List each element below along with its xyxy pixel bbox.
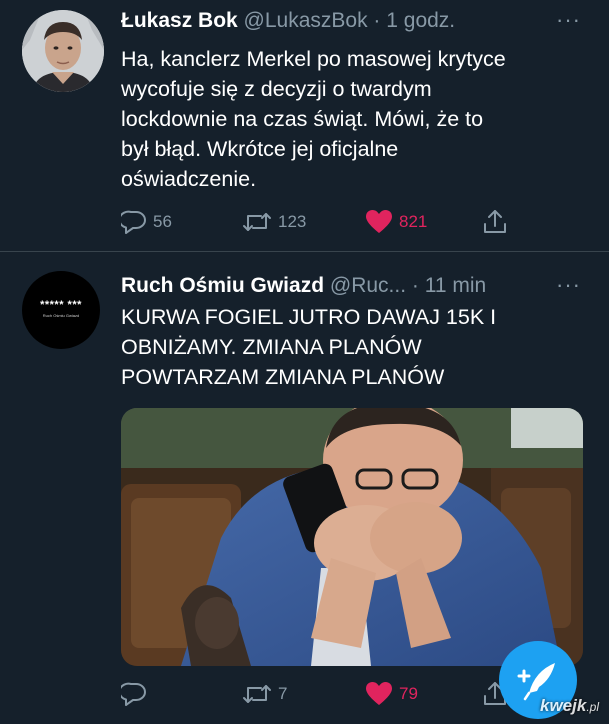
retweet-icon <box>242 682 272 706</box>
retweet-button[interactable]: 123 <box>242 207 306 237</box>
handle-and-time[interactable]: @Ruc... · 11 min <box>330 274 486 297</box>
reply-count: 56 <box>153 212 172 232</box>
watermark-suffix: .pl <box>586 700 599 714</box>
retweet-count: 7 <box>278 684 287 704</box>
reply-icon <box>121 682 147 706</box>
retweet-count: 123 <box>278 212 306 232</box>
tweet-actions: 56 123 821 <box>121 207 591 237</box>
author-name[interactable]: Łukasz Bok <box>121 9 238 32</box>
tweet-header: Ruch Ośmiu Gwiazd @Ruc... · 11 min <box>121 273 486 299</box>
like-count: 821 <box>399 212 427 232</box>
avatar-stars-text: ***** *** <box>22 299 100 311</box>
reply-icon <box>121 210 147 234</box>
watermark-brand: kwejk <box>540 696 586 715</box>
tweet-text: KURWA FOGIEL JUTRO DAWAJ 15K I OBNIŻAMY.… <box>121 302 591 392</box>
heart-icon <box>365 209 393 235</box>
tweet-header: Łukasz Bok @LukaszBok · 1 godz. <box>121 8 455 34</box>
retweet-icon <box>242 210 272 234</box>
like-button[interactable]: 821 <box>365 207 427 237</box>
avatar[interactable] <box>22 10 104 92</box>
retweet-button[interactable]: 7 <box>242 679 287 709</box>
tweet-text: Ha, kanclerz Merkel po masowej krytyce w… <box>121 44 591 194</box>
avatar-subtext: Ruch Ośmiu Gwiazd <box>22 313 100 318</box>
avatar-photo <box>22 10 104 92</box>
watermark: kwejk.pl <box>540 696 599 716</box>
avatar[interactable]: ***** *** Ruch Ośmiu Gwiazd <box>22 271 100 349</box>
photo-man-on-phone <box>121 408 583 666</box>
share-icon <box>482 209 508 235</box>
heart-icon <box>365 681 393 707</box>
like-count: 79 <box>399 684 418 704</box>
like-button[interactable]: 79 <box>365 679 418 709</box>
tweet-photo[interactable] <box>121 408 583 666</box>
tweet-1[interactable]: Łukasz Bok @LukaszBok · 1 godz. ··· Ha, … <box>0 0 609 250</box>
more-options-icon[interactable]: ··· <box>556 10 581 30</box>
reply-button[interactable] <box>121 679 153 709</box>
author-name[interactable]: Ruch Ośmiu Gwiazd <box>121 274 324 297</box>
reply-button[interactable]: 56 <box>121 207 172 237</box>
share-button[interactable] <box>482 207 508 237</box>
handle-and-time[interactable]: @LukaszBok · 1 godz. <box>244 9 456 32</box>
more-options-icon[interactable]: ··· <box>556 275 581 295</box>
